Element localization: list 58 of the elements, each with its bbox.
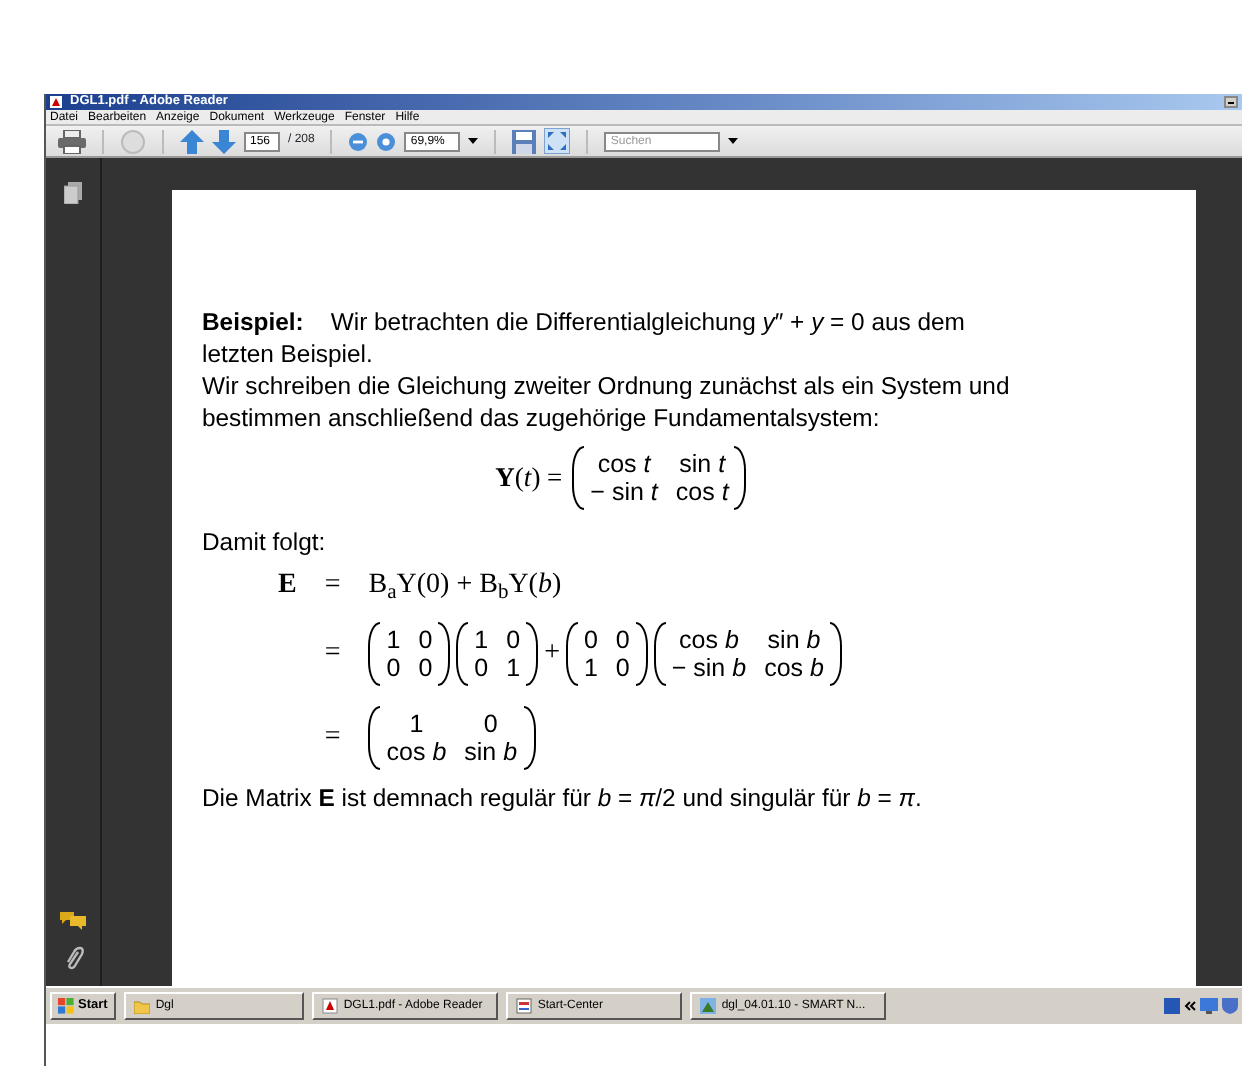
matrix-entry: 0 xyxy=(481,710,500,738)
save-icon[interactable] xyxy=(512,129,537,153)
minimize-button[interactable] xyxy=(1224,96,1238,108)
matrix-entry: cos b xyxy=(764,654,824,682)
matrix-entry: 1 xyxy=(583,654,598,682)
paragraph: Die Matrix E ist demnach regulär für b = π/2 und singulär für b = π. xyxy=(202,782,924,814)
comments-icon[interactable] xyxy=(60,910,86,930)
matrix-entry: cos b xyxy=(386,738,447,766)
zoom-in-icon[interactable] xyxy=(376,131,397,151)
notebook-icon xyxy=(699,998,716,1014)
paperclip-icon[interactable] xyxy=(63,946,83,970)
matrix-entry: cos t xyxy=(675,478,729,506)
matrix-entry: 0 xyxy=(418,626,433,654)
up-arrow-icon[interactable] xyxy=(180,129,204,153)
paragraph: Wir schreiben die Gleichung zweiter Ordnung zunächst als ein System und bestimmen anschließend das zugehörige Fundamentalsystem: xyxy=(202,370,1012,434)
windows-logo-icon xyxy=(58,998,74,1014)
formula-lhs: E xyxy=(278,570,297,602)
formula-text: B$_{a}$Y(0) + B$_{b}$Y(b) xyxy=(368,570,562,602)
document-icon xyxy=(515,998,532,1014)
email-icon xyxy=(120,129,146,153)
matrix-entry: cos b xyxy=(677,626,741,654)
matrix-entry: 1 xyxy=(474,626,489,654)
formula-text: Y(t) = xyxy=(495,462,563,494)
monitor-icon[interactable] xyxy=(1200,998,1218,1014)
matrix-entry: − sin t xyxy=(590,478,658,506)
matrix-entry: sin b xyxy=(765,626,823,654)
matrix-entry: 0 xyxy=(474,654,489,682)
paragraph: Damit folgt: xyxy=(202,526,328,558)
caret-icon[interactable] xyxy=(468,138,479,144)
zoom-out-icon[interactable] xyxy=(348,131,369,151)
equals-sign: = xyxy=(324,722,341,754)
equals-sign: = xyxy=(324,638,341,670)
paragraph: Beispiel: Wir betrachten die Differentialgleichung y″ + y = 0 aus dem letzten Beispiel. xyxy=(202,306,967,370)
shield-icon[interactable] xyxy=(1222,998,1238,1014)
print-icon[interactable] xyxy=(58,129,86,153)
pdf-icon xyxy=(321,998,338,1014)
matrix-entry: 0 xyxy=(615,626,630,654)
matrix-entry: 1 xyxy=(407,710,426,738)
pdf-icon xyxy=(50,96,62,108)
formula-text: + xyxy=(544,638,560,670)
matrix-entry: sin t xyxy=(677,450,728,478)
matrix-entry: 0 xyxy=(506,626,521,654)
chevron-icon[interactable] xyxy=(1184,1000,1196,1012)
equals-sign: = xyxy=(324,570,341,602)
matrix-entry: 1 xyxy=(506,654,521,682)
matrix-entry: − sin b xyxy=(671,654,747,682)
matrix-entry: 0 xyxy=(583,626,598,654)
matrix-entry: sin b xyxy=(464,738,518,766)
matrix-entry: 0 xyxy=(386,654,401,682)
down-arrow-icon[interactable] xyxy=(212,129,236,153)
pages-icon[interactable] xyxy=(64,182,82,204)
folder-icon xyxy=(133,998,150,1014)
matrix-entry: 0 xyxy=(418,654,433,682)
matrix-entry: cos t xyxy=(595,450,654,478)
matrix-entry: 1 xyxy=(386,626,401,654)
caret-icon[interactable] xyxy=(728,138,739,144)
fit-page-icon[interactable] xyxy=(544,128,571,154)
matrix-entry: 0 xyxy=(615,654,630,682)
